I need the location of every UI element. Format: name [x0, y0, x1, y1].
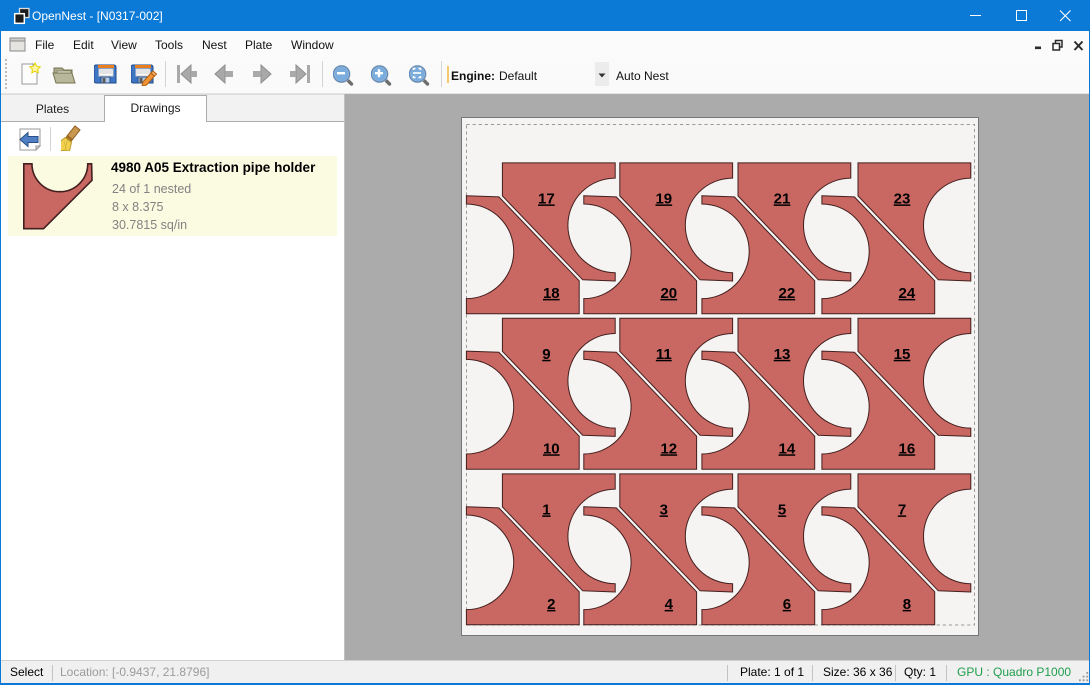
svg-text:20: 20 [660, 284, 677, 301]
svg-text:5: 5 [778, 501, 786, 518]
svg-text:12: 12 [660, 440, 677, 457]
svg-text:6: 6 [783, 595, 791, 612]
svg-text:13: 13 [774, 345, 791, 362]
svg-text:15: 15 [894, 345, 911, 362]
svg-text:7: 7 [898, 501, 906, 518]
svg-text:4: 4 [665, 595, 674, 612]
svg-text:9: 9 [542, 345, 550, 362]
svg-text:10: 10 [543, 440, 560, 457]
svg-text:14: 14 [779, 440, 796, 457]
svg-text:23: 23 [894, 190, 911, 207]
svg-text:22: 22 [779, 284, 796, 301]
svg-text:24: 24 [899, 284, 916, 301]
svg-text:19: 19 [655, 190, 672, 207]
svg-text:3: 3 [660, 501, 668, 518]
svg-text:8: 8 [903, 595, 911, 612]
svg-text:16: 16 [899, 440, 916, 457]
svg-text:17: 17 [538, 190, 555, 207]
svg-text:21: 21 [774, 190, 791, 207]
svg-text:18: 18 [543, 284, 560, 301]
svg-text:2: 2 [547, 595, 555, 612]
svg-text:11: 11 [656, 345, 672, 362]
svg-text:1: 1 [542, 501, 550, 518]
